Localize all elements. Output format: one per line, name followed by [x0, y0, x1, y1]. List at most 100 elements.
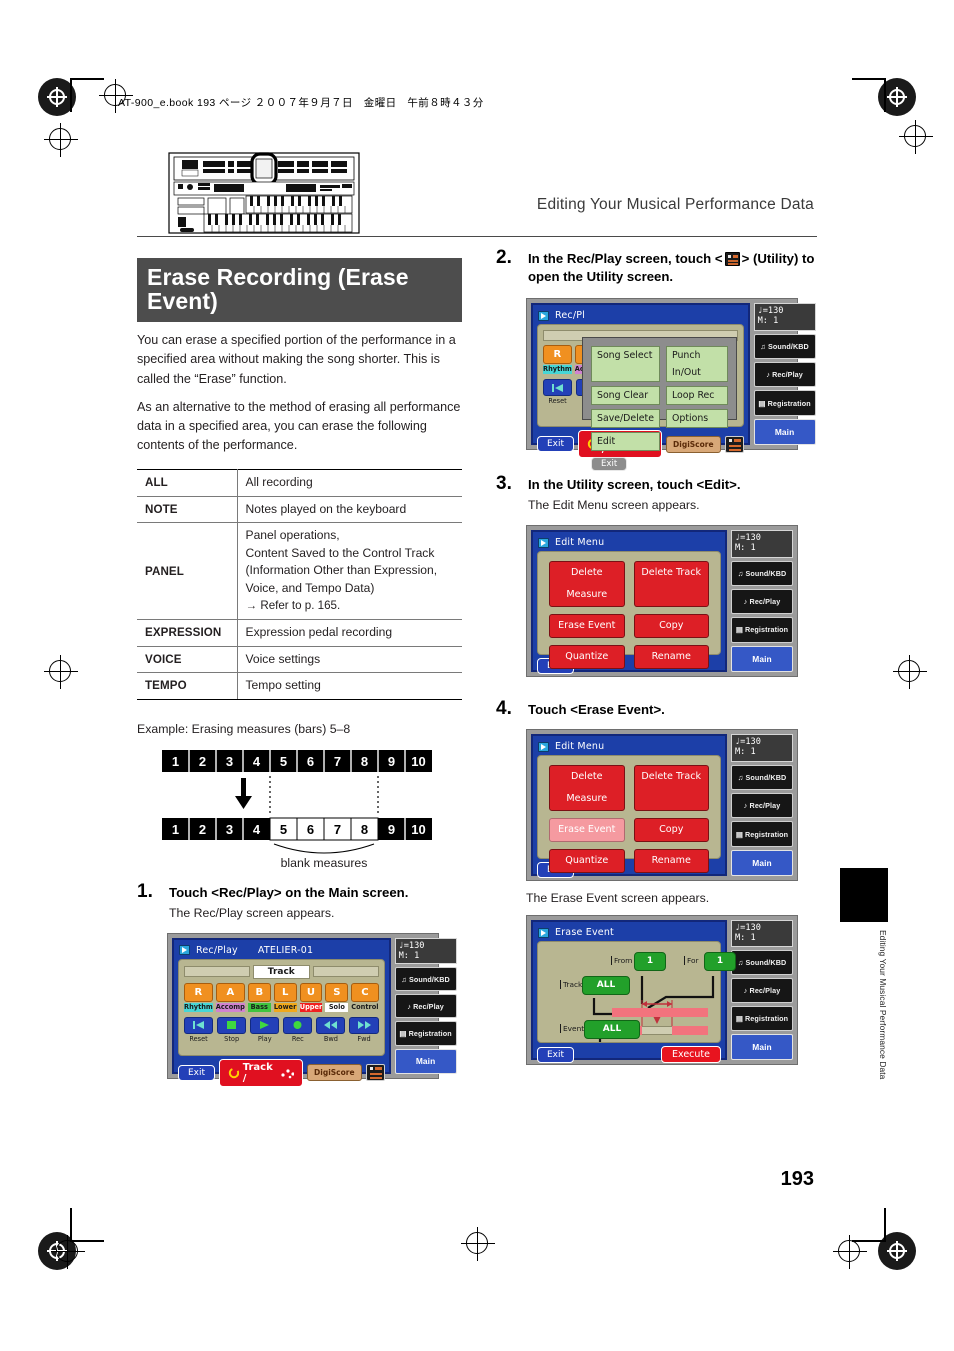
menu-item-song-select[interactable]: Song Select: [591, 346, 660, 383]
lcd-panel: Delete Measure Delete Track Erase Event …: [537, 755, 721, 874]
popup-exit-button[interactable]: Exit: [591, 457, 628, 472]
edit-button-delete-track[interactable]: Delete Track: [633, 561, 709, 608]
exit-button[interactable]: Exit: [537, 1046, 575, 1063]
main-button[interactable]: Main: [731, 645, 793, 673]
side-button-sound-kbd[interactable]: ♫ Sound/KBD: [753, 333, 816, 359]
track-bass[interactable]: B Bass: [247, 982, 271, 1012]
edit-button-rename[interactable]: Rename: [633, 645, 709, 670]
track-lower[interactable]: L Lower: [273, 982, 297, 1012]
edit-button-quantize[interactable]: Quantize: [549, 849, 625, 874]
track-upper-letter[interactable]: U: [299, 982, 323, 1002]
record-icon[interactable]: [283, 1016, 313, 1034]
side-button-sound-kbd[interactable]: ♫ Sound/KBD: [731, 950, 793, 976]
side-button-rec-play[interactable]: ♪ Rec/Play: [753, 362, 816, 388]
digiscore-button[interactable]: DigiScore: [307, 1064, 362, 1082]
svg-text:3: 3: [226, 754, 233, 769]
track-upper[interactable]: U Upper: [299, 982, 323, 1012]
transport-fwd[interactable]: Fwd: [349, 1016, 379, 1043]
menu-item-punch-in-out[interactable]: Punch In/Out: [665, 346, 728, 383]
track-solo[interactable]: S Solo: [325, 982, 349, 1012]
edit-button-rename[interactable]: Rename: [633, 849, 709, 874]
trim-corner-br: [852, 1240, 886, 1242]
track-control-letter[interactable]: C: [351, 982, 379, 1002]
transport-reset[interactable]: Reset: [184, 1016, 214, 1043]
exit-button[interactable]: Exit: [537, 436, 575, 453]
transport-reset[interactable]: Reset: [543, 379, 573, 405]
svg-text:4: 4: [253, 822, 261, 837]
side-button-registration[interactable]: ▤ Registration: [394, 1021, 457, 1046]
side-button-registration[interactable]: ▤ Registration: [731, 821, 793, 847]
track-rhythm[interactable]: R Rhythm: [543, 345, 572, 375]
execute-button[interactable]: Execute: [661, 1046, 721, 1064]
edit-button-copy[interactable]: Copy: [633, 818, 709, 843]
stop-icon[interactable]: [217, 1016, 247, 1034]
track-select-button[interactable]: Track /: [219, 1058, 304, 1087]
side-button-registration[interactable]: ▤ Registration: [753, 390, 816, 416]
edit-button-delete-measure[interactable]: Delete Measure: [549, 765, 625, 812]
lcd-panel: From 1 For 1 Track ALL Event ALL: [537, 941, 736, 1044]
transport-stop[interactable]: Stop: [217, 1016, 247, 1043]
main-button[interactable]: Main: [731, 1034, 793, 1061]
loop-icon: [228, 1067, 239, 1078]
menu-item-options[interactable]: Options: [665, 409, 728, 429]
value-event[interactable]: ALL: [584, 1020, 640, 1040]
transport-play[interactable]: Play: [250, 1016, 280, 1043]
side-button-rec-play[interactable]: ♪ Rec/Play: [731, 588, 793, 615]
track-solo-letter[interactable]: S: [325, 982, 349, 1002]
song-name: ATELIER-01: [257, 944, 314, 956]
step-1-number: 1.: [137, 880, 153, 902]
side-button-sound-kbd[interactable]: ♫ Sound/KBD: [731, 764, 793, 790]
value-from[interactable]: 1: [634, 952, 666, 972]
track-rhythm-letter[interactable]: R: [543, 345, 572, 365]
edit-button-copy[interactable]: Copy: [633, 614, 709, 639]
main-button[interactable]: Main: [731, 849, 793, 877]
utility-icon[interactable]: [724, 435, 744, 453]
margin-thumb-tab: [840, 868, 888, 922]
menu-item-loop-rec[interactable]: Loop Rec: [665, 386, 728, 406]
menu-item-edit[interactable]: Edit: [591, 432, 660, 452]
edit-button-delete-track[interactable]: Delete Track: [633, 765, 709, 812]
track-control[interactable]: C Control: [351, 982, 379, 1012]
track-accomp-letter[interactable]: A: [215, 982, 245, 1002]
exit-button[interactable]: Exit: [178, 1064, 216, 1081]
utility-icon[interactable]: [365, 1064, 385, 1082]
track-rhythm[interactable]: R Rhythm: [184, 982, 213, 1012]
svg-text:9: 9: [388, 754, 395, 769]
track-button-grid: R Rhythm A Accomp B Bass L Lower U Upper…: [179, 982, 384, 1012]
edit-button-quantize[interactable]: Quantize: [549, 645, 625, 670]
play-icon[interactable]: [250, 1016, 280, 1034]
side-button-rec-play[interactable]: ♪ Rec/Play: [731, 978, 793, 1004]
track-lower-letter[interactable]: L: [273, 982, 297, 1002]
reset-icon[interactable]: [184, 1016, 214, 1034]
main-button[interactable]: Main: [394, 1048, 457, 1074]
screen-icon: [538, 927, 549, 938]
screen-title: Rec/Pl: [555, 310, 586, 322]
track-bass-letter[interactable]: B: [247, 982, 271, 1002]
reset-icon[interactable]: [543, 379, 573, 397]
edit-button-erase-event[interactable]: Erase Event: [549, 614, 625, 639]
lcd-side-buttons: ♩=130 M: 1 ♫ Sound/KBD ♪ Rec/Play ▤ Regi…: [731, 920, 793, 1061]
step-2-heading: In the Rec/Play screen, touch < > (Utilit…: [528, 250, 818, 286]
side-button-registration[interactable]: ▤ Registration: [731, 1006, 793, 1032]
value-track[interactable]: ALL: [582, 976, 630, 996]
transport-bwd[interactable]: Bwd: [316, 1016, 346, 1043]
side-button-sound-kbd[interactable]: ♫ Sound/KBD: [731, 560, 793, 586]
value-for[interactable]: 1: [704, 952, 736, 972]
side-button-rec-play[interactable]: ♪ Rec/Play: [731, 792, 793, 819]
side-button-registration[interactable]: ▤ Registration: [731, 617, 793, 643]
side-button-sound-kbd[interactable]: ♫ Sound/KBD: [394, 966, 457, 992]
track-accomp[interactable]: A Accomp: [215, 982, 245, 1012]
track-rhythm-letter[interactable]: R: [184, 982, 213, 1002]
menu-item-song-clear[interactable]: Song Clear: [591, 386, 660, 406]
main-button[interactable]: Main: [753, 418, 816, 446]
track-rhythm-label: Rhythm: [543, 365, 572, 375]
fast-forward-icon[interactable]: [349, 1016, 379, 1034]
rewind-icon[interactable]: [316, 1016, 346, 1034]
menu-item-save-delete[interactable]: Save/Delete: [591, 409, 660, 429]
transport-rec[interactable]: Rec: [283, 1016, 313, 1043]
side-button-rec-play[interactable]: ♪ Rec/Play: [394, 994, 457, 1019]
row-value: Voice settings: [237, 646, 462, 674]
edit-button-delete-measure[interactable]: Delete Measure: [549, 561, 625, 608]
edit-button-erase-event[interactable]: Erase Event: [549, 818, 625, 843]
label-event: Event: [560, 1024, 584, 1034]
